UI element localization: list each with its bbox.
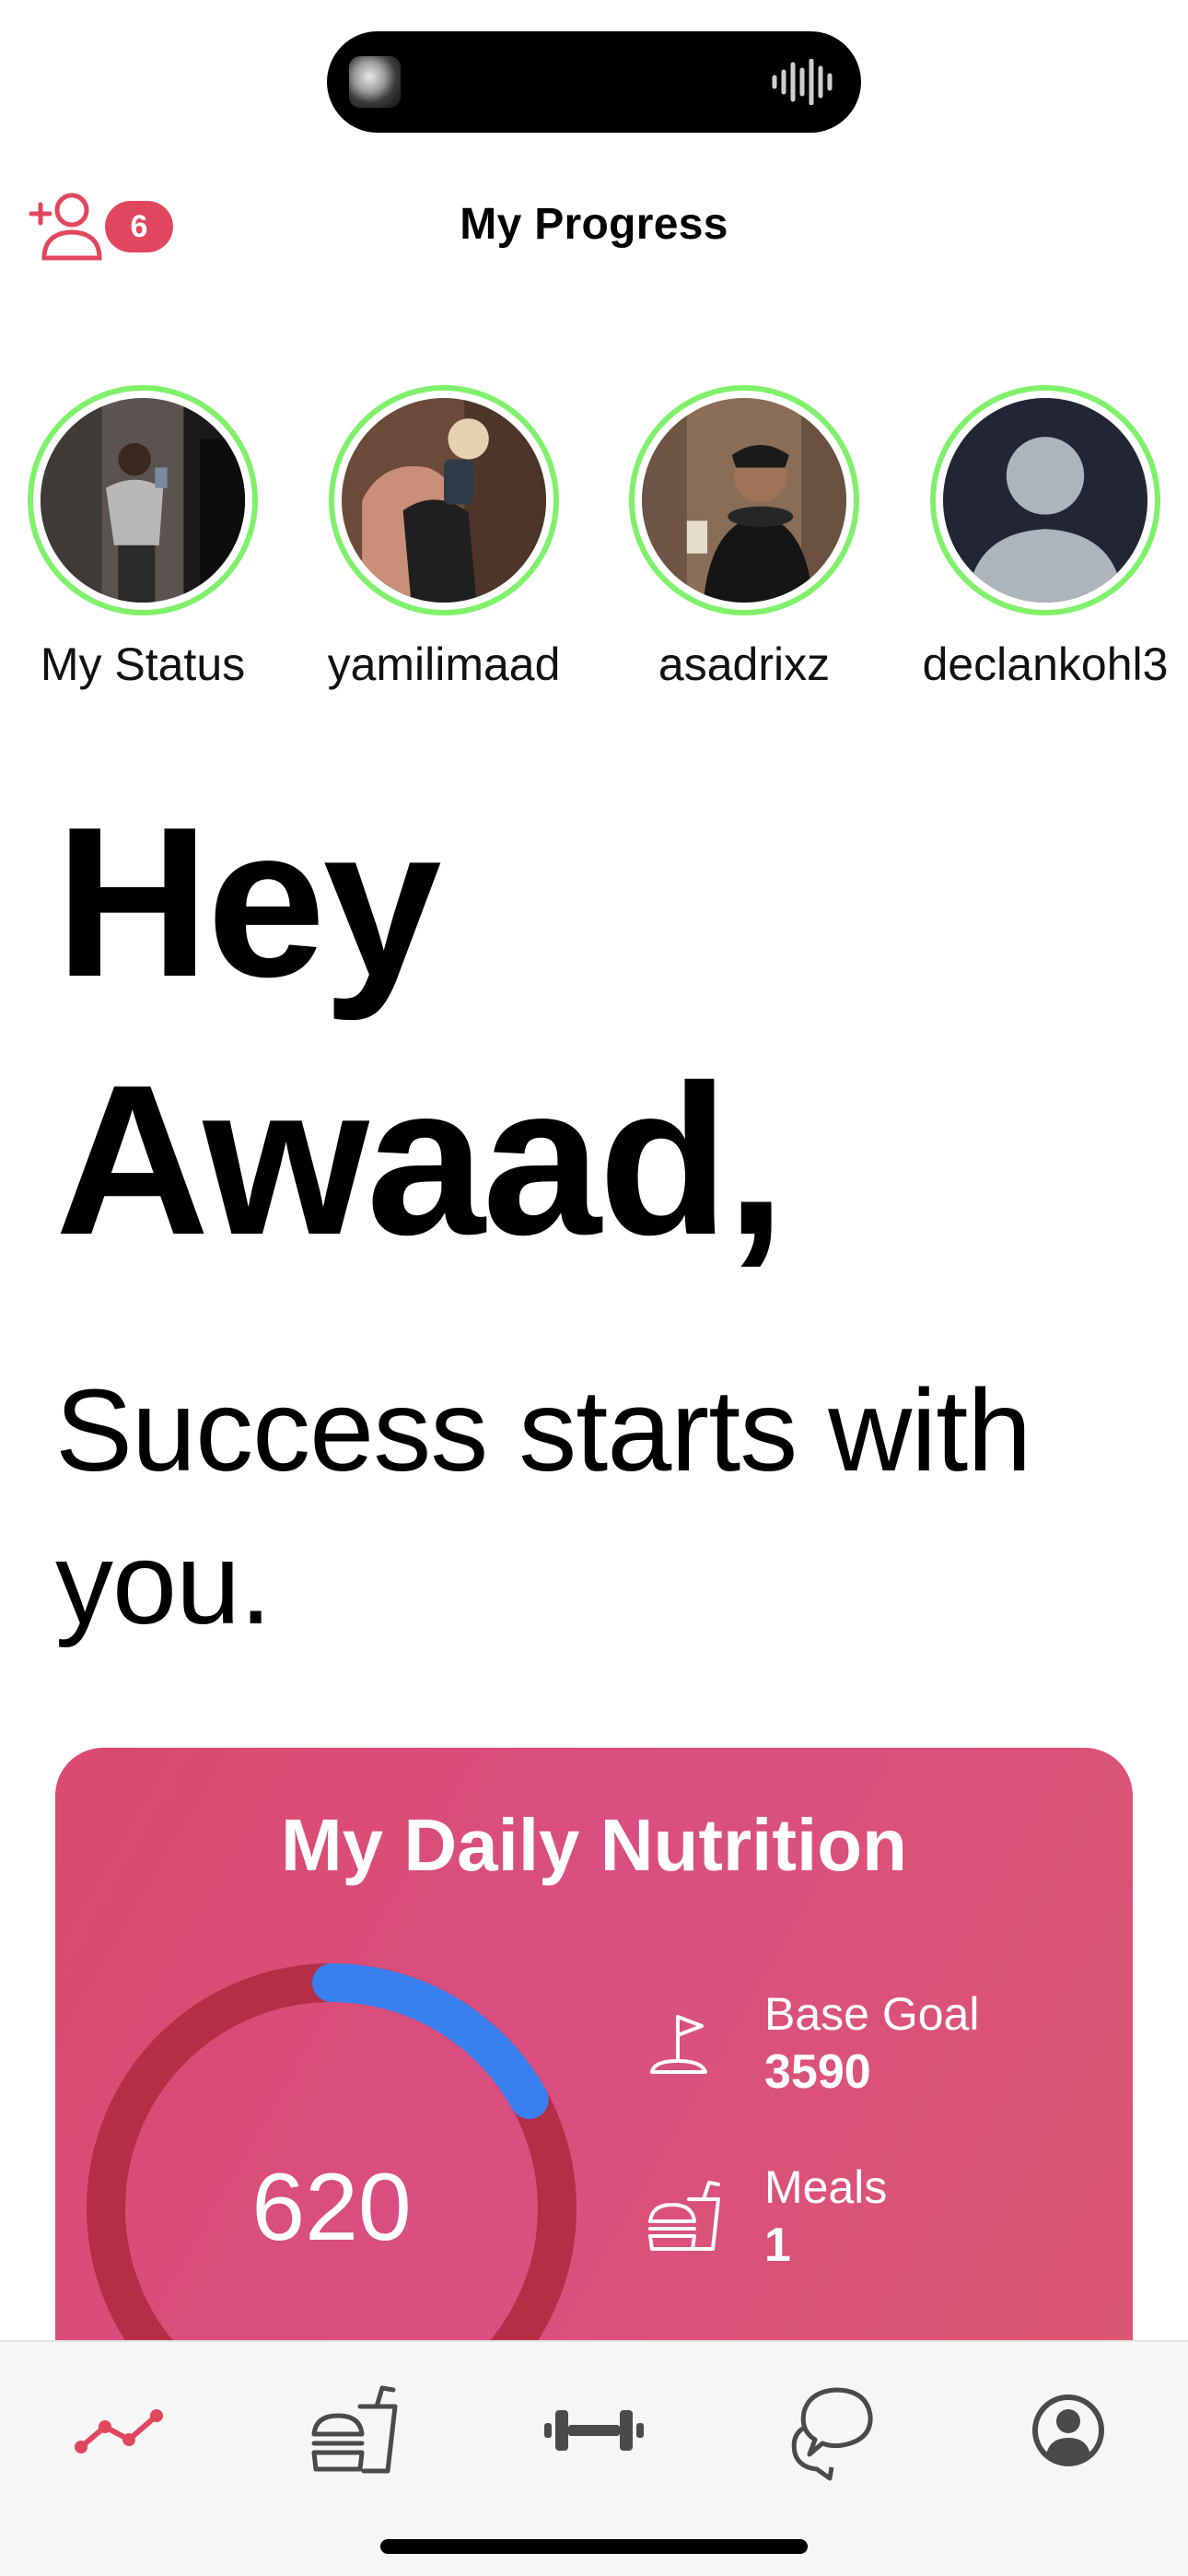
avatar-placeholder [943, 398, 1147, 603]
tab-chat-icon[interactable] [778, 2375, 889, 2486]
now-playing-artwork [349, 56, 401, 108]
flag-icon [650, 2015, 707, 2074]
story-ring [930, 385, 1160, 615]
avatar [342, 398, 546, 603]
meals-stat: Meals 1 [645, 2160, 1105, 2289]
story-ring [329, 385, 559, 615]
greeting-name: Awaad, [55, 1041, 786, 1280]
story-declankohl3[interactable]: declankohl3 [893, 385, 1188, 698]
dynamic-island[interactable] [327, 31, 861, 133]
home-indicator[interactable] [380, 2539, 808, 2554]
tab-dumbbell-icon[interactable] [539, 2375, 649, 2486]
greeting-line-1: Hey [55, 783, 442, 1022]
base-goal-stat: Base Goal 3590 [645, 1987, 1105, 2116]
meals-label: Meals [764, 2161, 888, 2213]
greeting: Hey Awaad, [55, 774, 1142, 1290]
header: 6 My Progress [0, 175, 1188, 276]
tab-food-icon[interactable] [299, 2375, 410, 2486]
story-name: declankohl3 [922, 638, 1169, 690]
base-goal-label: Base Goal [764, 1988, 980, 2040]
avatar [41, 398, 245, 603]
base-goal-value: 3590 [764, 2045, 871, 2099]
calories-consumed: 620 [251, 2154, 412, 2261]
story-ring [28, 385, 258, 615]
story-asadrixz[interactable]: asadrixz [592, 385, 896, 698]
tab-profile-icon[interactable] [1013, 2375, 1124, 2486]
stories-row: My Status yamilimaad asadrixz declankohl… [0, 385, 1188, 698]
story-yamilimaad[interactable]: yamilimaad [292, 385, 596, 698]
story-my-status[interactable]: My Status [0, 385, 295, 698]
card-title: My Daily Nutrition [280, 1804, 908, 1886]
story-name: My Status [40, 638, 246, 690]
fast-food-icon [648, 2181, 720, 2251]
story-name: yamilimaad [327, 638, 561, 690]
daily-nutrition-card[interactable]: My Daily Nutrition 620 Base Goal 3590 Me… [55, 1748, 1133, 2393]
story-name: asadrixz [658, 638, 831, 690]
tab-progress-chart-icon[interactable] [64, 2375, 175, 2486]
avatar [642, 398, 846, 603]
screen: 6 My Progress My Status yamilimaad asadr… [0, 0, 1188, 2576]
audio-waveform-icon [772, 59, 833, 105]
meals-value: 1 [764, 2219, 791, 2272]
tagline: Success starts with you. [55, 1365, 1031, 1648]
page-title: My Progress [460, 200, 728, 249]
story-ring [629, 385, 859, 615]
